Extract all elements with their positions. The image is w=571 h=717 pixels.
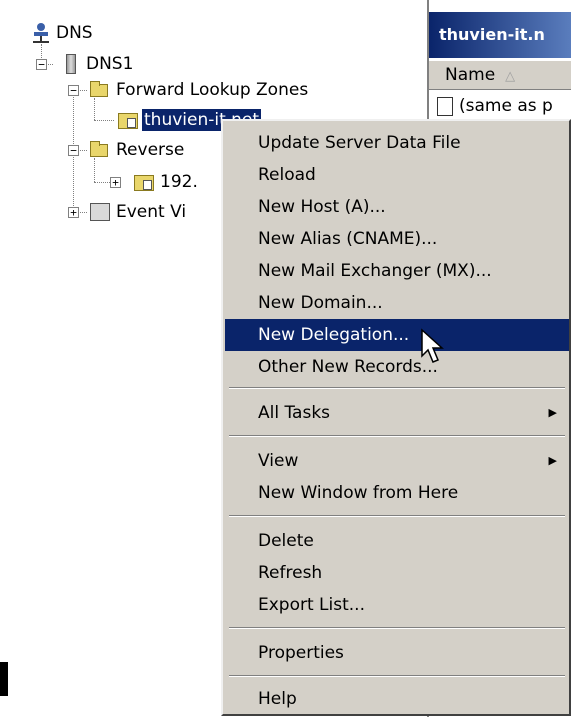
menu-separator (229, 435, 565, 437)
dns-icon (30, 22, 52, 44)
menu-item-label: New Domain... (258, 293, 383, 313)
zone-icon (134, 175, 154, 191)
tree-node-reverse-lookup-zones[interactable]: Reverse (90, 139, 230, 161)
menu-item-label: Export List... (258, 595, 365, 615)
tree-line (94, 98, 95, 120)
menu-item-refresh[interactable]: Refresh (225, 557, 569, 589)
menu-item-label: All Tasks (258, 403, 331, 423)
menu-item-label: Reload (258, 165, 316, 185)
menu-item-label: New Host (A)... (258, 197, 386, 217)
menu-item-reload[interactable]: Reload (225, 159, 569, 191)
record-icon (437, 96, 453, 116)
sort-ascending-icon: △ (505, 69, 516, 84)
menu-item-label: Help (258, 689, 297, 709)
menu-item-label: New Delegation... (258, 325, 410, 345)
menu-separator (229, 627, 565, 629)
menu-item-label: Properties (258, 643, 344, 663)
menu-item-help[interactable]: Help (225, 683, 569, 715)
menu-item-delete[interactable]: Delete (225, 525, 569, 557)
column-header-label: Name (445, 65, 496, 85)
menu-item-label: Delete (258, 531, 314, 551)
server-icon (66, 54, 76, 74)
tree-line (94, 120, 114, 121)
menu-item-label: New Window from Here (258, 483, 459, 503)
menu-separator (229, 515, 565, 517)
menu-item-update-server-data-file[interactable]: Update Server Data File (225, 127, 569, 159)
submenu-arrow-icon: ▶ (548, 406, 557, 419)
menu-item-new-mail-exchanger[interactable]: New Mail Exchanger (MX)... (225, 255, 569, 287)
menu-item-label: Refresh (258, 563, 323, 583)
menu-item-new-alias[interactable]: New Alias (CNAME)... (225, 223, 569, 255)
tree-node-forward-lookup-zones[interactable]: Forward Lookup Zones (90, 79, 420, 101)
menu-item-label: Other New Records... (258, 357, 438, 377)
tree-node-label: DNS1 (86, 54, 134, 74)
menu-separator (229, 387, 565, 389)
mouse-cursor-icon (421, 328, 444, 363)
submenu-arrow-icon: ▶ (548, 454, 557, 467)
menu-item-label: Update Server Data File (258, 133, 461, 153)
tree-node-dns1[interactable]: DNS1 (60, 53, 260, 75)
menu-item-view[interactable]: View ▶ (225, 445, 569, 477)
tree-line (94, 158, 95, 182)
menu-item-properties[interactable]: Properties (225, 637, 569, 669)
details-title: thuvien-it.n (429, 12, 571, 58)
event-viewer-icon (90, 203, 110, 221)
list-item-label: (same as p (459, 96, 553, 116)
expand-toggle[interactable]: + (68, 207, 79, 218)
collapse-toggle[interactable]: − (36, 59, 47, 70)
tree-node-label: Event Vi (116, 202, 187, 222)
folder-icon (90, 81, 108, 97)
menu-item-new-host[interactable]: New Host (A)... (225, 191, 569, 223)
context-menu: Update Server Data File Reload New Host … (221, 119, 571, 716)
expand-toggle[interactable]: + (110, 177, 121, 188)
folder-icon (90, 141, 108, 157)
column-header-name[interactable]: Name △ (429, 60, 571, 90)
menu-item-new-window-from-here[interactable]: New Window from Here (225, 477, 569, 509)
menu-item-new-delegation[interactable]: New Delegation... (225, 319, 569, 351)
tree-node-label: DNS (56, 23, 93, 43)
menu-item-label: View (258, 451, 299, 471)
tree-node-event-viewer[interactable]: Event Vi (90, 201, 230, 223)
tree-node-reverse-zone[interactable]: 192. (134, 171, 234, 193)
menu-item-all-tasks[interactable]: All Tasks ▶ (225, 397, 569, 429)
tree-node-label: Forward Lookup Zones (116, 80, 309, 100)
zone-icon (118, 113, 138, 129)
collapse-toggle[interactable]: − (68, 85, 79, 96)
collapse-toggle[interactable]: − (68, 145, 79, 156)
window-edge (0, 662, 8, 696)
menu-separator (229, 675, 565, 677)
menu-item-new-domain[interactable]: New Domain... (225, 287, 569, 319)
tree-node-label: 192. (160, 172, 198, 192)
menu-item-label: New Mail Exchanger (MX)... (258, 261, 492, 281)
menu-item-label: New Alias (CNAME)... (258, 229, 438, 249)
menu-item-other-new-records[interactable]: Other New Records... (225, 351, 569, 383)
tree-node-label: Reverse (116, 140, 185, 160)
list-item[interactable]: (same as p (437, 94, 553, 118)
menu-item-export-list[interactable]: Export List... (225, 589, 569, 621)
tree-node-dns-root[interactable]: DNS (30, 22, 230, 44)
